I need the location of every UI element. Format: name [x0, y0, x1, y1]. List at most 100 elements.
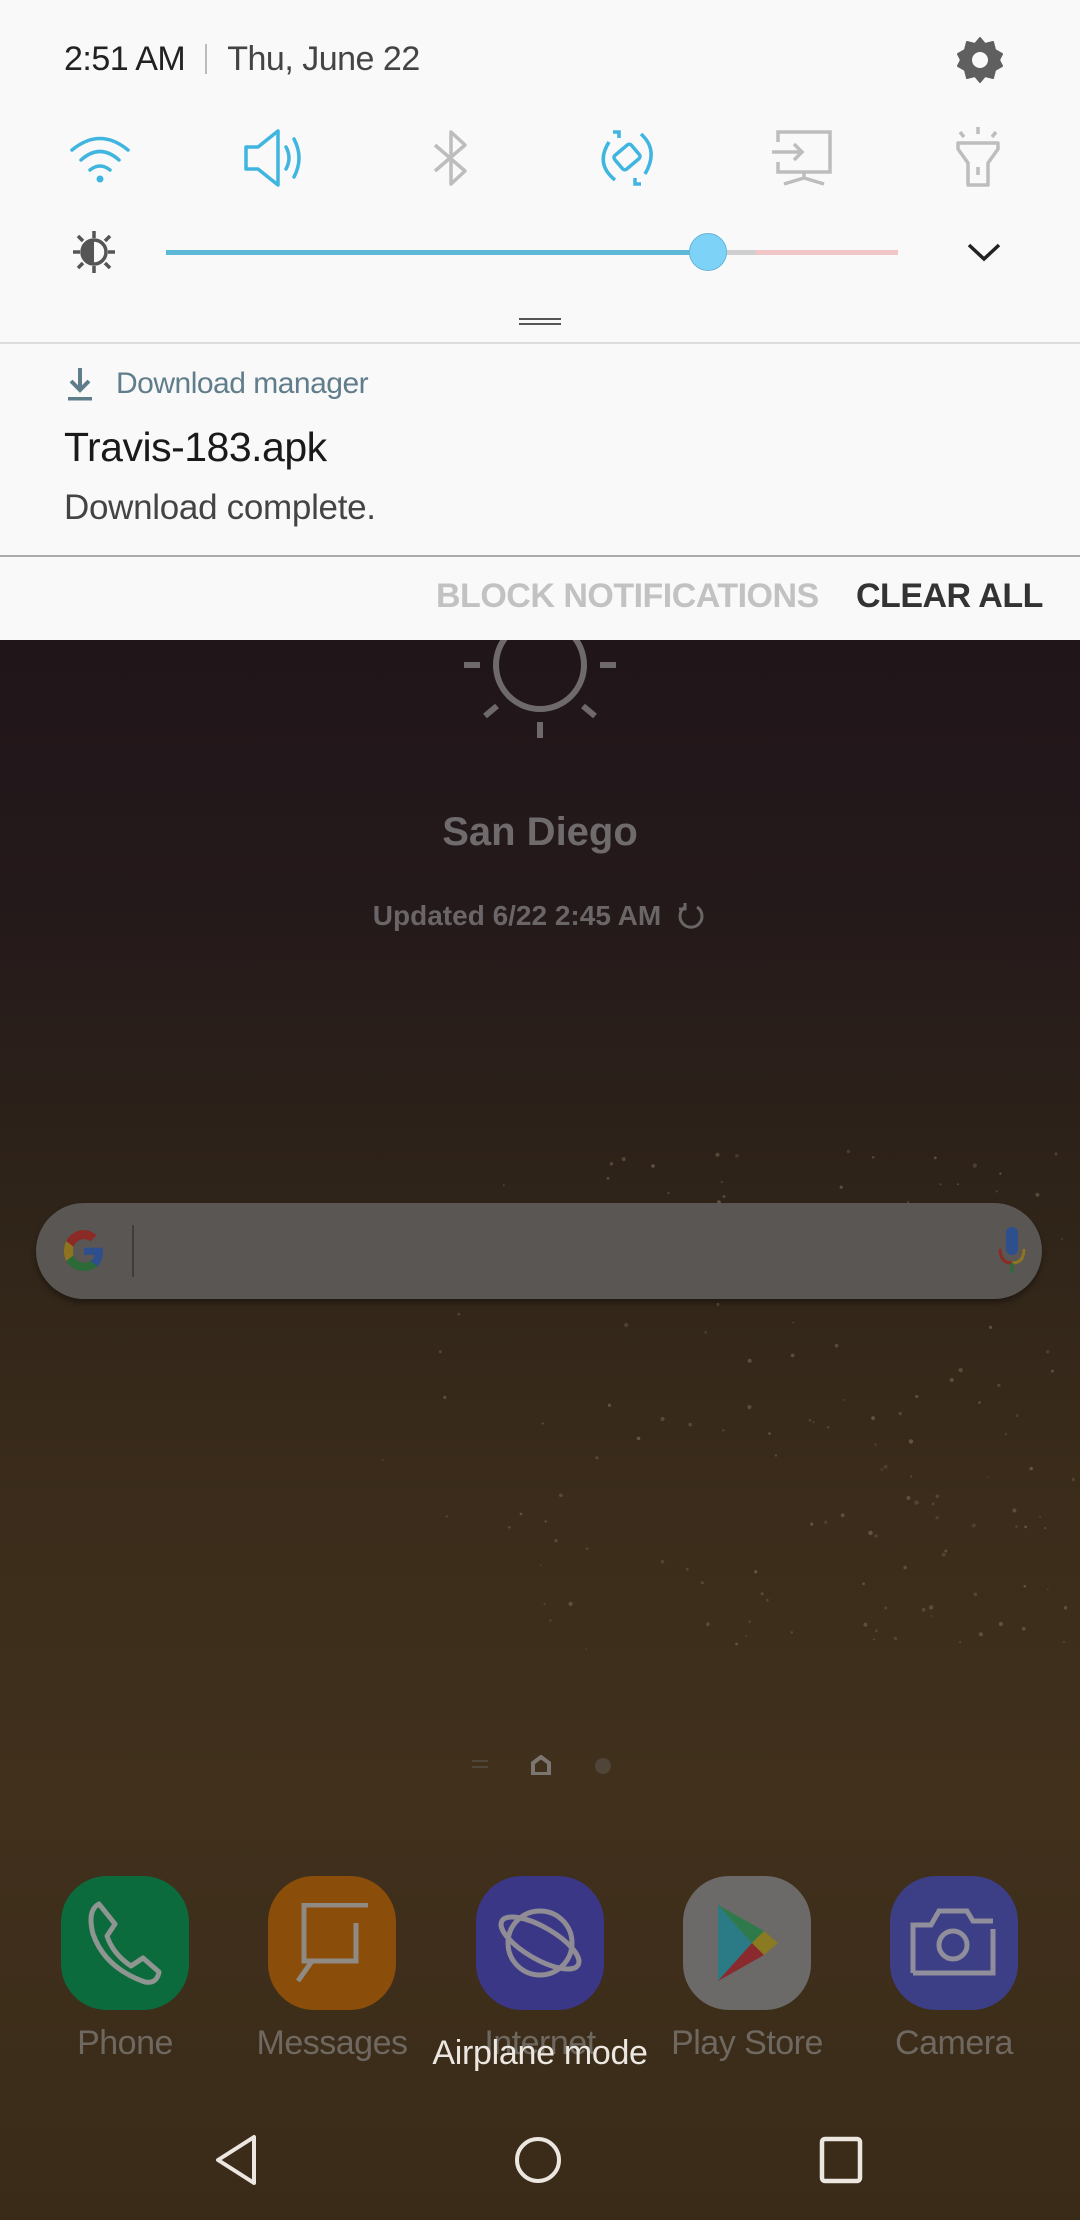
cast-screen-icon: [772, 130, 832, 186]
wallpaper-particle: [609, 1162, 614, 1166]
wallpaper-particle: [987, 1476, 989, 1478]
expand-quick-settings-button[interactable]: [962, 230, 1006, 274]
navigation-bar: [0, 2100, 1080, 2220]
planet-icon: [498, 1908, 582, 1978]
play-store-icon: [718, 1905, 778, 1981]
wallpaper-particle: [957, 1183, 960, 1186]
notification-app-name: Download manager: [116, 367, 369, 400]
tile-bluetooth[interactable]: [411, 118, 491, 198]
status-date[interactable]: Thu, June 22: [227, 40, 420, 79]
back-button[interactable]: [201, 2130, 271, 2190]
wallpaper-particle: [667, 1192, 670, 1195]
brightness-slider[interactable]: [166, 233, 898, 271]
gear-icon: [957, 37, 1003, 83]
internet-app-icon: [476, 1876, 604, 2010]
recents-button[interactable]: [806, 2130, 876, 2190]
chevron-down-icon: [967, 243, 1001, 262]
wallpaper-particle: [910, 1475, 913, 1478]
settings-button[interactable]: [952, 32, 1008, 88]
wallpaper-particle: [973, 1592, 978, 1597]
wallpaper-particle: [893, 1636, 898, 1641]
wallpaper-particle: [843, 1398, 846, 1401]
wallpaper-particle: [660, 1560, 665, 1564]
wallpaper-particle: [935, 1494, 939, 1498]
wallpaper-particle: [381, 1458, 384, 1461]
wallpaper-particle: [906, 1496, 911, 1500]
google-search-bar[interactable]: [36, 1203, 1042, 1299]
wallpaper-particle: [883, 1464, 888, 1469]
message-bubble-icon: [295, 1903, 368, 1983]
wallpaper-particle: [995, 1190, 998, 1193]
wallpaper-particle: [1012, 1508, 1017, 1513]
messages-app-icon: [268, 1876, 396, 2010]
tile-screen-mirroring[interactable]: [763, 118, 843, 198]
tile-sound[interactable]: [235, 118, 315, 198]
home-icon: [515, 2137, 561, 2183]
qs-header: 2:51 AM Thu, June 22: [64, 34, 420, 84]
back-icon: [216, 2135, 256, 2185]
page-indicator: [0, 1752, 1080, 1782]
wallpaper-particle: [607, 1403, 612, 1407]
wallpaper-particle: [792, 1321, 795, 1324]
bluetooth-icon: [433, 130, 467, 186]
wallpaper-particle: [939, 1183, 942, 1186]
wallpaper-particle: [997, 1383, 1001, 1387]
wallpaper-particle: [595, 1456, 599, 1460]
brightness-row: [0, 222, 1080, 282]
wallpaper-particle: [1046, 1588, 1049, 1591]
wallpaper-particle: [585, 1648, 587, 1651]
wallpaper-particle: [754, 1570, 758, 1574]
wallpaper-particle: [868, 1530, 872, 1534]
wallpaper-particle: [774, 1454, 778, 1457]
wallpaper-particle: [747, 1358, 752, 1363]
page-indicator-home-icon: [531, 1755, 551, 1775]
wallpaper-particle: [863, 1622, 868, 1627]
wallpaper-particle: [549, 1619, 552, 1622]
panel-drag-handle[interactable]: [519, 318, 561, 328]
block-notifications-button[interactable]: BLOCK NOTIFICATIONS: [436, 577, 819, 616]
wallpaper-particle: [971, 1523, 976, 1528]
wallpaper-particle: [834, 1343, 839, 1348]
wallpaper-particle: [880, 1468, 884, 1471]
wallpaper-particle: [745, 1635, 748, 1638]
search-input-cursor: [132, 1225, 134, 1277]
wallpaper-particle: [944, 1549, 948, 1553]
wifi-icon: [70, 136, 130, 183]
brightness-slider-thumb[interactable]: [689, 233, 727, 271]
wallpaper-particle: [748, 1620, 751, 1623]
wallpaper-particle: [875, 1629, 878, 1633]
wallpaper-particle: [554, 1539, 558, 1543]
wallpaper-particle: [716, 1302, 720, 1306]
wallpaper-particle: [735, 1154, 739, 1158]
wallpaper-particle: [810, 1522, 814, 1526]
wallpaper-particle: [921, 1607, 926, 1612]
tile-flashlight[interactable]: [938, 118, 1018, 198]
wallpaper-particle: [928, 1605, 934, 1610]
tile-auto-rotate[interactable]: [587, 118, 667, 198]
tile-wifi[interactable]: [60, 118, 140, 198]
wallpaper-particle: [903, 1565, 907, 1570]
wallpaper-particle: [958, 1367, 963, 1373]
wallpaper-particle: [706, 1622, 710, 1626]
weather-city[interactable]: San Diego: [0, 810, 1080, 855]
voice-search-mic-icon[interactable]: [996, 1227, 1028, 1275]
wallpaper-particle: [1029, 1466, 1033, 1471]
recents-icon: [819, 2136, 863, 2184]
wallpaper-particle: [540, 1564, 542, 1567]
wallpaper-particle: [735, 1642, 738, 1646]
download-notification[interactable]: Download manager Travis-183.apk Download…: [0, 344, 1080, 555]
weather-updated-text: Updated 6/22 2:45 AM: [372, 900, 662, 931]
wallpaper-particle: [1071, 1477, 1076, 1482]
wallpaper-particle: [840, 1513, 845, 1518]
home-button[interactable]: [503, 2130, 573, 2190]
wallpaper-particle: [585, 1547, 589, 1550]
wallpaper-particle: [868, 1530, 873, 1536]
wallpaper-particle: [874, 1443, 877, 1446]
clear-all-button[interactable]: CLEAR ALL: [856, 577, 1043, 616]
wallpaper-particle: [606, 1176, 610, 1180]
sun-icon[interactable]: [460, 630, 620, 750]
wallpaper-particle: [543, 1602, 546, 1606]
refresh-icon[interactable]: [675, 900, 707, 932]
brightness-slider-track: [708, 250, 898, 255]
wallpaper-particle: [722, 1429, 725, 1432]
